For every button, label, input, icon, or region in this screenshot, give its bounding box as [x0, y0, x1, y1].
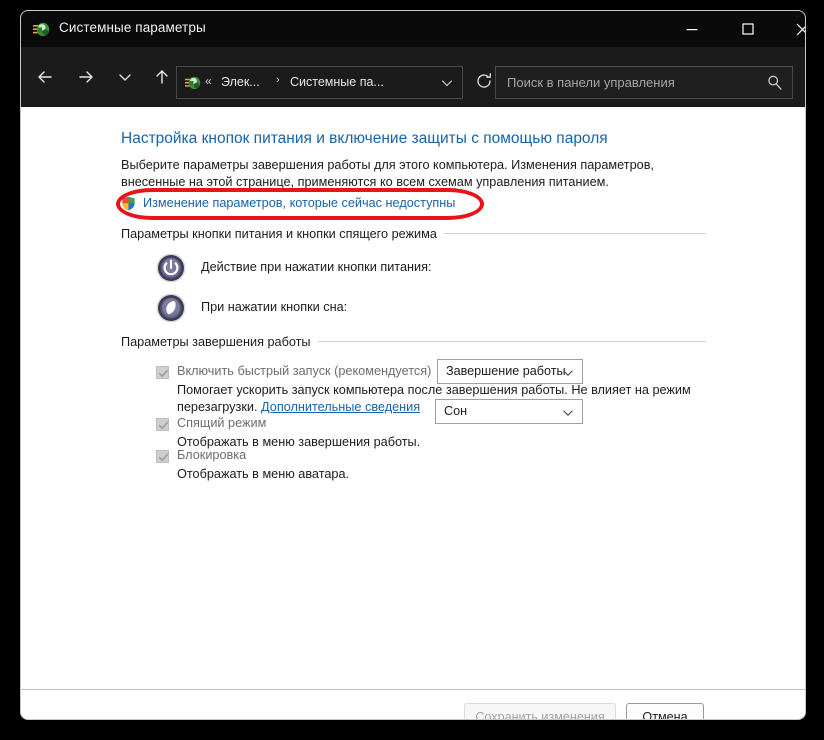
chevron-down-icon[interactable] — [562, 366, 574, 378]
dropdown-power-button-action[interactable]: Завершение работы — [437, 359, 583, 384]
page-description: Выберите параметры завершения работы для… — [121, 158, 654, 189]
group-header-shutdown-settings: Параметры завершения работы — [121, 333, 706, 349]
check-mark-icon — [157, 419, 170, 432]
group-header-power-buttons: Параметры кнопки питания и кнопки спящег… — [121, 225, 706, 241]
system-properties-icon — [185, 75, 201, 91]
sleep-moon-icon — [156, 293, 186, 323]
checkbox-description-sleep-mode: Отображать в меню завершения работы. — [177, 435, 421, 449]
uac-shield-icon — [121, 196, 136, 211]
checkbox-label-sleep-mode: Спящий режим — [177, 416, 267, 430]
back-arrow-icon[interactable] — [34, 66, 56, 88]
checkbox-description-fast-startup: Помогает ускорить запуск компьютера посл… — [177, 382, 722, 416]
group-title: Параметры кнопки питания и кнопки спящег… — [121, 227, 444, 241]
refresh-icon[interactable] — [474, 71, 496, 93]
breadcrumb-overflow[interactable]: « — [205, 74, 212, 88]
content-pane: Настройка кнопок питания и включение защ… — [21, 107, 805, 719]
search-input[interactable] — [496, 67, 758, 98]
power-button-icon — [156, 253, 186, 283]
maximize-icon[interactable] — [725, 11, 771, 47]
title-bar[interactable]: Системные параметры — [21, 11, 805, 47]
check-mark-icon — [157, 451, 170, 464]
description-text: Помогает ускорить запуск компьютера посл… — [177, 383, 691, 414]
checkbox-fast-startup[interactable] — [156, 366, 169, 379]
navigation-bar: « Элек... › Системные па... — [21, 47, 805, 107]
breadcrumb-item-system-params[interactable]: Системные па... — [290, 75, 384, 89]
window-title: Системные параметры — [59, 20, 206, 35]
address-bar[interactable]: « Элек... › Системные па... — [176, 66, 463, 99]
recent-locations-chevron-icon[interactable] — [114, 66, 136, 88]
check-mark-icon — [157, 367, 170, 380]
checkbox-description-lock: Отображать в меню аватара. — [177, 467, 350, 481]
uac-change-settings-link[interactable]: Изменение параметров, которые сейчас нед… — [143, 196, 455, 210]
checkbox-sleep-mode[interactable] — [156, 418, 169, 431]
checkbox-lock[interactable] — [156, 450, 169, 463]
uac-change-settings-link-row[interactable]: Изменение параметров, которые сейчас нед… — [121, 193, 455, 213]
footer-divider — [21, 689, 805, 690]
close-icon[interactable] — [779, 11, 805, 47]
search-icon[interactable] — [766, 74, 783, 91]
learn-more-link[interactable]: Дополнительные сведения — [261, 400, 420, 414]
screen: Системные параметры « Элек... › Системны… — [0, 0, 824, 740]
minimize-icon[interactable] — [669, 11, 715, 47]
checkbox-label-fast-startup: Включить быстрый запуск (рекомендуется) — [177, 364, 432, 378]
cancel-button[interactable]: Отмена — [626, 703, 704, 719]
breadcrumb-separator: › — [276, 74, 280, 86]
dropdown-value: Завершение работы — [446, 364, 566, 378]
chevron-down-icon[interactable] — [440, 76, 454, 90]
up-arrow-icon[interactable] — [151, 66, 173, 88]
group-title: Параметры завершения работы — [121, 335, 318, 349]
setting-label-power-button: Действие при нажатии кнопки питания: — [201, 260, 432, 274]
setting-label-sleep-button: При нажатии кнопки сна: — [201, 300, 348, 314]
system-properties-window: Системные параметры « Элек... › Системны… — [20, 10, 806, 720]
forward-arrow-icon[interactable] — [75, 66, 97, 88]
save-changes-button[interactable]: Сохранить изменения — [464, 703, 616, 719]
system-properties-icon — [33, 21, 50, 38]
checkbox-label-lock: Блокировка — [177, 448, 247, 462]
page-title: Настройка кнопок питания и включение защ… — [121, 130, 608, 147]
search-box[interactable] — [495, 66, 793, 99]
breadcrumb-item-electro[interactable]: Элек... — [221, 75, 260, 89]
